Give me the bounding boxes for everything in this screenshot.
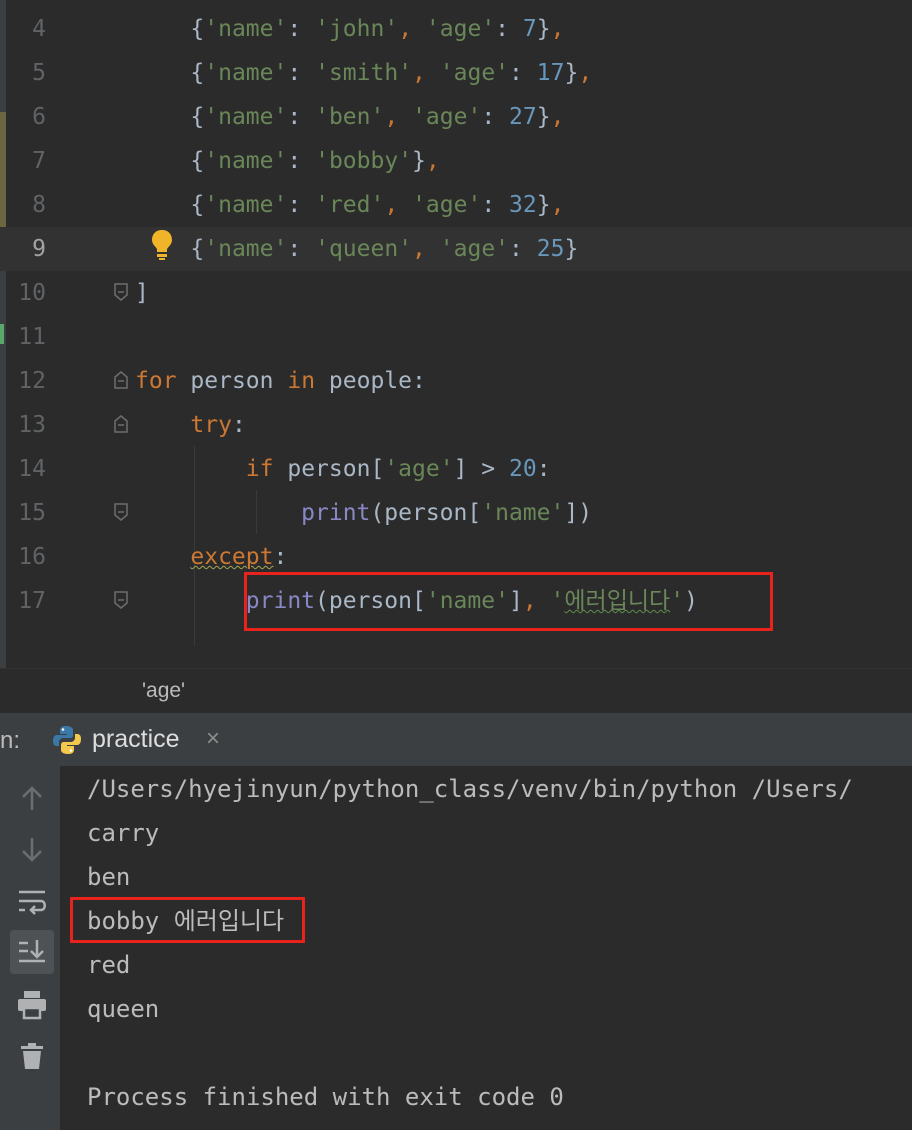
line-number: 5	[32, 60, 46, 86]
line-number: 12	[18, 368, 46, 394]
scroll-to-end-icon[interactable]	[10, 930, 54, 974]
line-number: 17	[18, 588, 46, 614]
run-label: n:	[0, 727, 21, 754]
code-text: ]	[135, 280, 149, 306]
breadcrumb[interactable]: 'age'	[142, 679, 185, 703]
highlight-box-output	[70, 897, 305, 943]
lightbulb-icon[interactable]	[150, 228, 174, 262]
code-line[interactable]: 10 ]	[0, 271, 912, 315]
code-text: for person in people:	[135, 368, 426, 394]
soft-wrap-icon[interactable]	[10, 880, 54, 924]
trash-icon[interactable]	[10, 1034, 54, 1078]
fold-marker-icon[interactable]	[113, 415, 129, 433]
code-text: print(person['name'])	[301, 500, 593, 526]
highlight-box-code	[244, 572, 773, 631]
run-panel-header: n: practice ×	[0, 712, 912, 767]
code-text: {'name': 'ben', 'age': 27},	[190, 104, 565, 130]
line-number: 11	[18, 324, 46, 350]
python-icon	[53, 726, 81, 754]
tab-practice[interactable]: practice ×	[44, 713, 240, 767]
line-number: 7	[32, 148, 46, 174]
console-line: /Users/hyejinyun/python_class/venv/bin/p…	[87, 775, 853, 803]
down-arrow-icon[interactable]	[10, 828, 54, 872]
console-output[interactable]: /Users/hyejinyun/python_class/venv/bin/p…	[60, 766, 912, 1130]
code-line[interactable]: 7 {'name': 'bobby'},	[0, 139, 912, 183]
code-line[interactable]: 6 {'name': 'ben', 'age': 27},	[0, 95, 912, 139]
close-icon[interactable]: ×	[206, 725, 220, 753]
up-arrow-icon[interactable]	[10, 776, 54, 820]
code-text: {'name': 'bobby'},	[190, 148, 440, 174]
line-number: 10	[18, 280, 46, 306]
fold-marker-icon[interactable]	[113, 503, 129, 521]
line-number: 8	[32, 192, 46, 218]
line-number: 16	[18, 544, 46, 570]
breadcrumb-bar: 'age'	[0, 668, 912, 713]
run-toolbar	[0, 766, 61, 1130]
code-text: try:	[190, 412, 246, 438]
code-line[interactable]: 8 {'name': 'red', 'age': 32},	[0, 183, 912, 227]
line-number: 4	[32, 16, 46, 42]
code-text: except:	[190, 544, 288, 570]
code-line[interactable]: 15 print(person['name'])	[0, 491, 912, 535]
console-line: ben	[87, 863, 131, 891]
fold-marker-icon[interactable]	[113, 283, 129, 301]
console-line: carry	[87, 819, 160, 847]
code-editor[interactable]: 4 {'name': 'john', 'age': 7}, 5 {'name':…	[0, 0, 912, 668]
code-line[interactable]: 4 {'name': 'john', 'age': 7},	[0, 7, 912, 51]
code-line-current[interactable]: 9 {'name': 'queen', 'age': 25}	[0, 227, 912, 271]
console-line: Process finished with exit code 0	[87, 1083, 564, 1111]
code-text: {'name': 'smith', 'age': 17},	[190, 60, 593, 86]
line-number: 14	[18, 456, 46, 482]
code-text: if person['age'] > 20:	[245, 456, 551, 482]
code-line[interactable]: 14 if person['age'] > 20:	[0, 447, 912, 491]
fold-marker-icon[interactable]	[113, 371, 129, 389]
code-line[interactable]: 13 try:	[0, 403, 912, 447]
fold-marker-icon[interactable]	[113, 591, 129, 609]
code-line[interactable]: 11	[0, 315, 912, 359]
line-number: 9	[32, 236, 46, 262]
code-line[interactable]: 5 {'name': 'smith', 'age': 17},	[0, 51, 912, 95]
line-number: 6	[32, 104, 46, 130]
code-text: {'name': 'red', 'age': 32},	[190, 192, 565, 218]
print-icon[interactable]	[10, 982, 54, 1026]
code-text: {'name': 'john', 'age': 7},	[190, 16, 565, 42]
line-number: 13	[18, 412, 46, 438]
code-text: {'name': 'queen', 'age': 25}	[190, 236, 579, 262]
tab-label: practice	[92, 725, 180, 753]
console-line: queen	[87, 995, 160, 1023]
code-line[interactable]: 12 for person in people:	[0, 359, 912, 403]
console-line: red	[87, 951, 131, 979]
line-number: 15	[18, 500, 46, 526]
